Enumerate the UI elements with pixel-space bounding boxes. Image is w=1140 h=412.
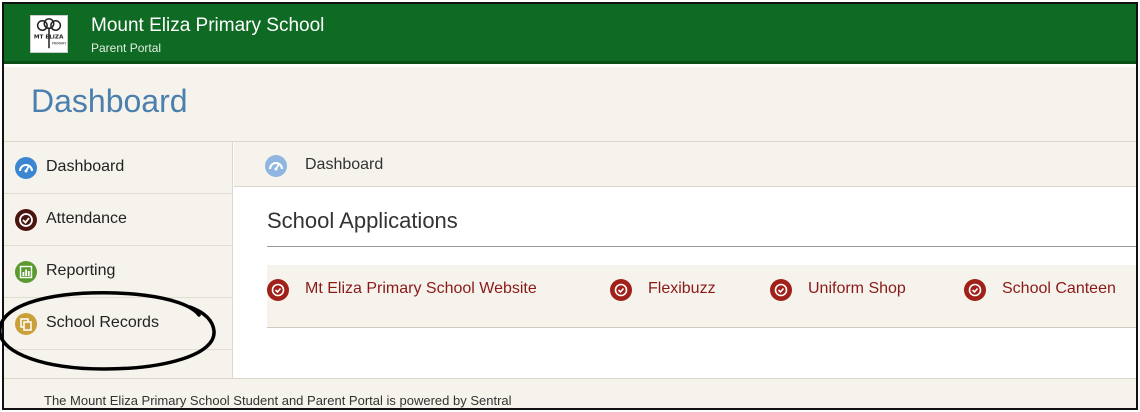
top-header-bar: MT ELIZA PRIMARY Mount Eliza Primary Sch… — [4, 4, 1136, 64]
school-logo[interactable]: MT ELIZA PRIMARY — [30, 15, 68, 53]
app-link-icon — [964, 279, 986, 301]
school-records-icon — [15, 313, 37, 335]
sidebar-item-reporting[interactable]: Reporting — [4, 246, 233, 298]
page-title-band: Dashboard — [4, 67, 1136, 142]
portal-window: MT ELIZA PRIMARY Mount Eliza Primary Sch… — [2, 2, 1138, 410]
sidebar-item-school-records[interactable]: School Records — [4, 298, 233, 350]
app-link-icon — [267, 279, 289, 301]
dashboard-gauge-icon — [15, 157, 37, 179]
app-link-icon — [770, 279, 792, 301]
breadcrumb: Dashboard — [234, 142, 1136, 187]
sidebar-item-dashboard[interactable]: Dashboard — [4, 142, 233, 194]
page-footer: The Mount Eliza Primary School Student a… — [4, 378, 1136, 408]
attendance-check-icon — [15, 209, 37, 231]
main-content: Dashboard School Applications Mt Eliza P… — [234, 142, 1136, 378]
sidebar-item-label: School Records — [46, 314, 159, 331]
footer-text: The Mount Eliza Primary School Student a… — [44, 393, 512, 408]
page-title: Dashboard — [31, 83, 188, 119]
school-logo-icon: MT ELIZA PRIMARY — [34, 18, 67, 49]
school-name[interactable]: Mount Eliza Primary School — [91, 15, 324, 37]
app-link-label: Uniform Shop — [808, 280, 906, 297]
app-link-school-canteen[interactable]: School Canteen — [964, 278, 1134, 302]
app-link-label: Flexibuzz — [648, 280, 716, 297]
app-link-icon — [610, 279, 632, 301]
sidebar-item-label: Reporting — [46, 262, 116, 279]
sidebar-nav: Dashboard Attendance Reporting School Re… — [4, 142, 233, 378]
breadcrumb-current[interactable]: Dashboard — [305, 156, 383, 174]
reporting-chart-icon — [15, 261, 37, 283]
app-link-label: Mt Eliza Primary School Website — [305, 280, 537, 297]
portal-subtitle: Parent Portal — [91, 41, 162, 55]
applications-heading: School Applications — [267, 208, 458, 233]
app-link-label: School Canteen — [1002, 280, 1116, 297]
app-link-uniform-shop[interactable]: Uniform Shop — [770, 278, 930, 302]
dashboard-gauge-icon — [265, 155, 287, 177]
logo-text: MT ELIZA — [34, 35, 64, 41]
applications-list: Mt Eliza Primary School Website Flexibuz… — [267, 265, 1136, 328]
sidebar-item-attendance[interactable]: Attendance — [4, 194, 233, 246]
app-link-school-website[interactable]: Mt Eliza Primary School Website — [267, 278, 567, 302]
section-divider — [267, 246, 1136, 247]
svg-text:PRIMARY: PRIMARY — [52, 41, 67, 45]
app-link-flexibuzz[interactable]: Flexibuzz — [610, 278, 740, 302]
sidebar-item-label: Attendance — [46, 210, 127, 227]
sidebar-item-label: Dashboard — [46, 158, 125, 175]
